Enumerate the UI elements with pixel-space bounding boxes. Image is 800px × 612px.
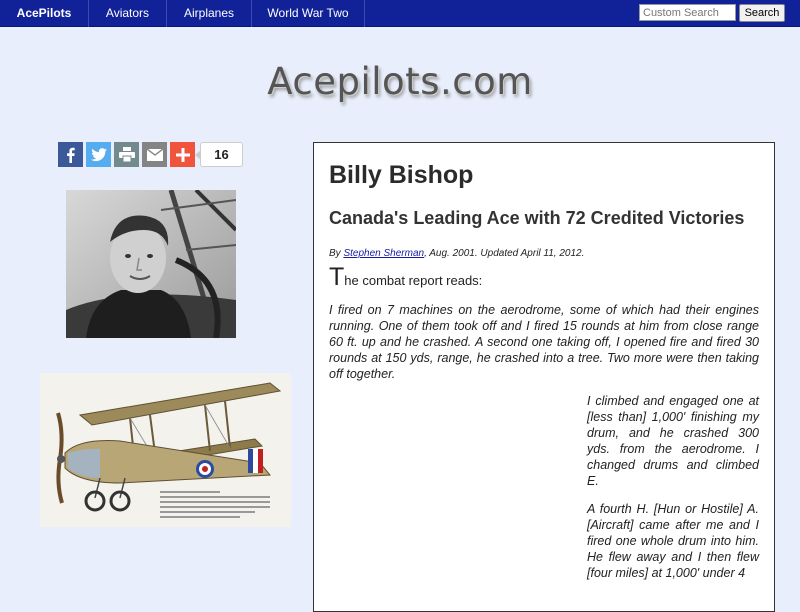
twitter-icon[interactable] <box>86 142 111 167</box>
site-logo[interactable]: Acepilots.com <box>200 60 600 110</box>
plus-icon[interactable] <box>170 142 195 167</box>
nav-item-airplanes[interactable]: Airplanes <box>167 0 252 27</box>
dropcap-letter: T <box>329 263 345 291</box>
nav-item-world-war-two[interactable]: World War Two <box>252 0 365 27</box>
top-navbar: AcePilots Aviators Airplanes World War T… <box>0 0 800 27</box>
combat-report-quote-3: A fourth H. [Hun or Hostile] A. [Aircraf… <box>587 502 759 580</box>
lead-paragraph: The combat report reads: <box>329 265 759 291</box>
email-icon[interactable] <box>142 142 167 167</box>
lead-text: he combat report reads: <box>344 273 483 288</box>
nav-item-aviators[interactable]: Aviators <box>89 0 167 27</box>
article-panel: Billy Bishop Canada's Leading Ace with 7… <box>313 142 775 612</box>
article-title: Billy Bishop <box>329 161 474 189</box>
byline-date: , Aug. 2001. Updated April 11, 2012. <box>424 248 585 259</box>
quote-column: I climbed and engaged one at [less than]… <box>587 393 759 581</box>
nav-brand-acepilots[interactable]: AcePilots <box>0 0 89 27</box>
facebook-icon[interactable] <box>58 142 83 167</box>
byline: By Stephen Sherman, Aug. 2001. Updated A… <box>329 248 759 259</box>
byline-prefix: By <box>329 248 344 259</box>
portrait-photo <box>66 190 236 338</box>
author-link[interactable]: Stephen Sherman <box>343 248 424 259</box>
share-count: 16 <box>195 142 243 167</box>
search-button[interactable]: Search <box>739 4 785 22</box>
combat-report-quote-2: I climbed and engaged one at [less than]… <box>587 394 759 488</box>
article-subtitle: Canada's Leading Ace with 72 Credited Vi… <box>329 208 745 228</box>
search-input[interactable] <box>639 4 736 21</box>
print-icon[interactable] <box>114 142 139 167</box>
airplane-illustration <box>40 373 291 527</box>
combat-report-quote-1: I fired on 7 machines on the aerodrome, … <box>329 303 759 381</box>
